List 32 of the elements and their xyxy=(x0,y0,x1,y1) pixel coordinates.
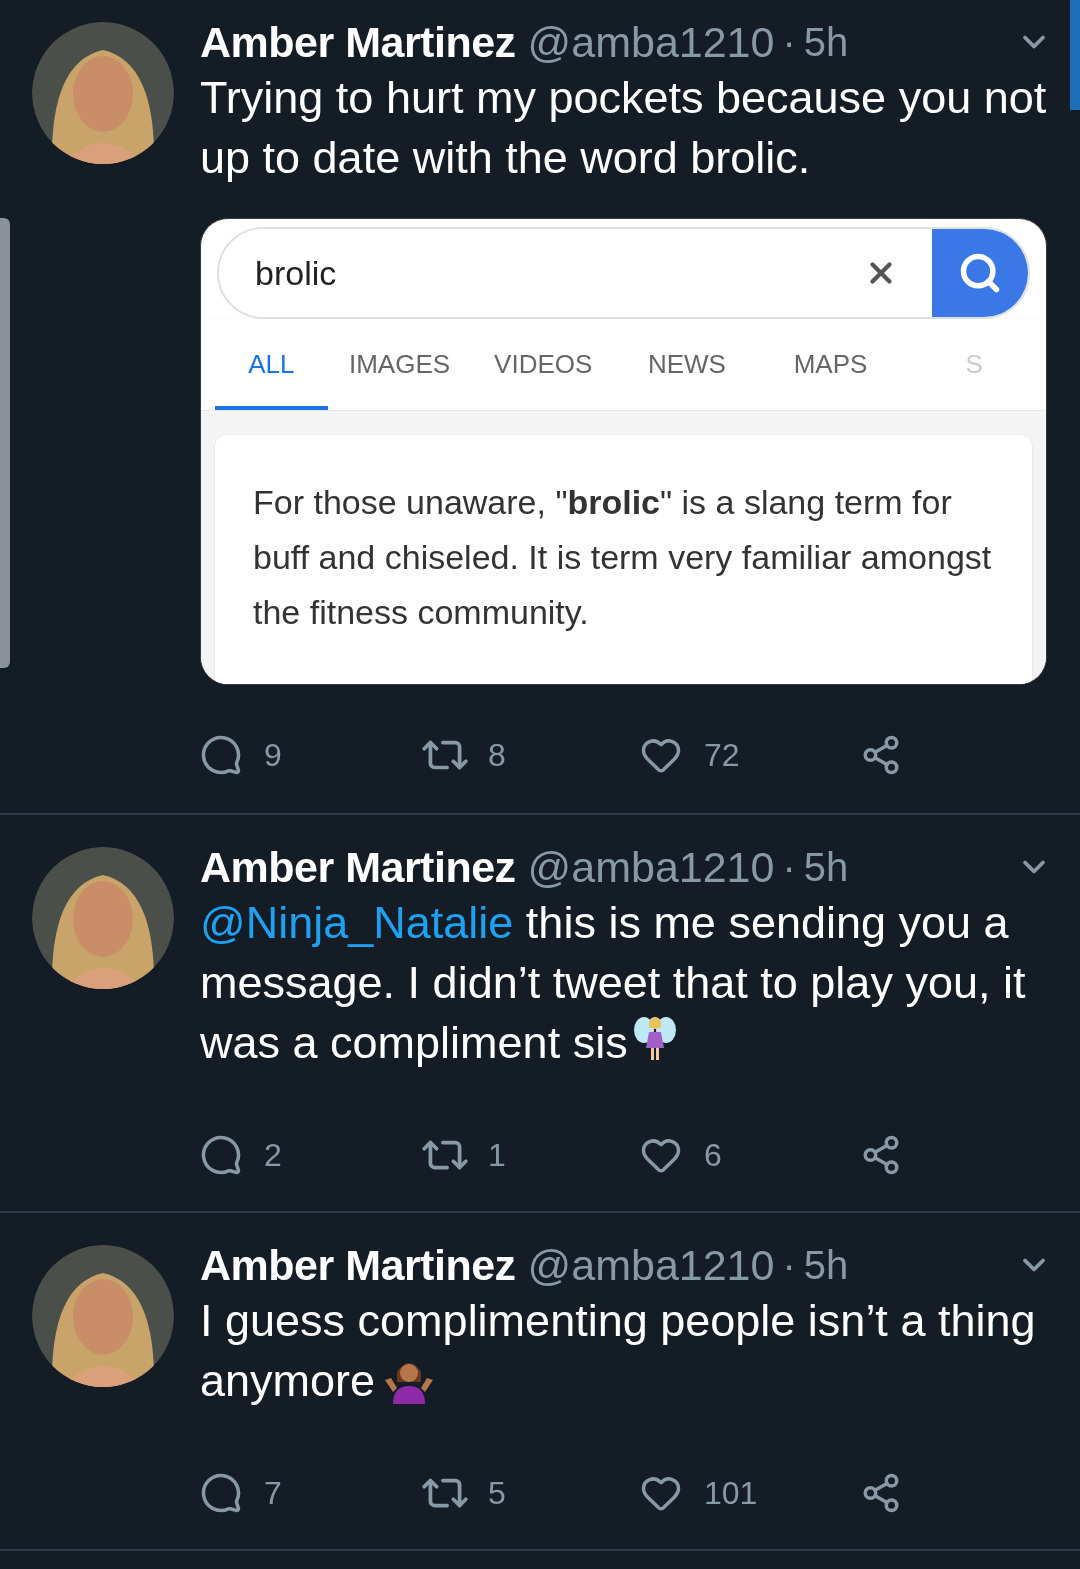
like-count: 6 xyxy=(704,1136,722,1175)
tweet-time: 5h xyxy=(803,1242,850,1289)
search-icon xyxy=(958,251,1002,295)
retweet-count: 5 xyxy=(488,1474,506,1513)
avatar[interactable] xyxy=(32,22,174,164)
author-handle: @amba1210 xyxy=(527,1239,775,1291)
tweet-time: 5h xyxy=(803,19,850,66)
definition-text: For those unaware, "brolic" is a slang term for buff and chiseled. It is term very familiar amongst the fitness community. xyxy=(253,482,993,633)
search-query: brolic xyxy=(255,252,338,294)
search-tab-label: MAPS xyxy=(792,348,869,381)
search-tab-label: NEWS xyxy=(646,348,727,381)
reply-count: 9 xyxy=(264,736,282,775)
avatar[interactable] xyxy=(32,847,174,989)
mention-link[interactable]: @Ninja_Natalie xyxy=(200,897,514,948)
like-count: 101 xyxy=(704,1474,758,1513)
reply-icon[interactable] xyxy=(200,1472,242,1514)
author-handle: @amba1210 xyxy=(527,841,775,893)
reply-icon[interactable] xyxy=(200,1134,242,1176)
separator-dot: · xyxy=(782,19,796,66)
separator-dot: · xyxy=(782,1242,796,1289)
separator-dot: · xyxy=(782,844,796,891)
retweet-count: 8 xyxy=(488,736,506,775)
author-handle: @amba1210 xyxy=(527,16,775,68)
reply-icon[interactable] xyxy=(200,734,242,776)
reply-count: 2 xyxy=(264,1136,282,1175)
avatar[interactable] xyxy=(32,1245,174,1387)
like-count: 72 xyxy=(704,736,740,775)
retweet-count: 1 xyxy=(488,1136,506,1175)
search-tab-label: IMAGES xyxy=(348,348,452,381)
tweet-time: 5h xyxy=(803,844,850,891)
reply-count: 7 xyxy=(264,1474,282,1513)
search-tab-label: VIDEOS xyxy=(493,348,594,381)
